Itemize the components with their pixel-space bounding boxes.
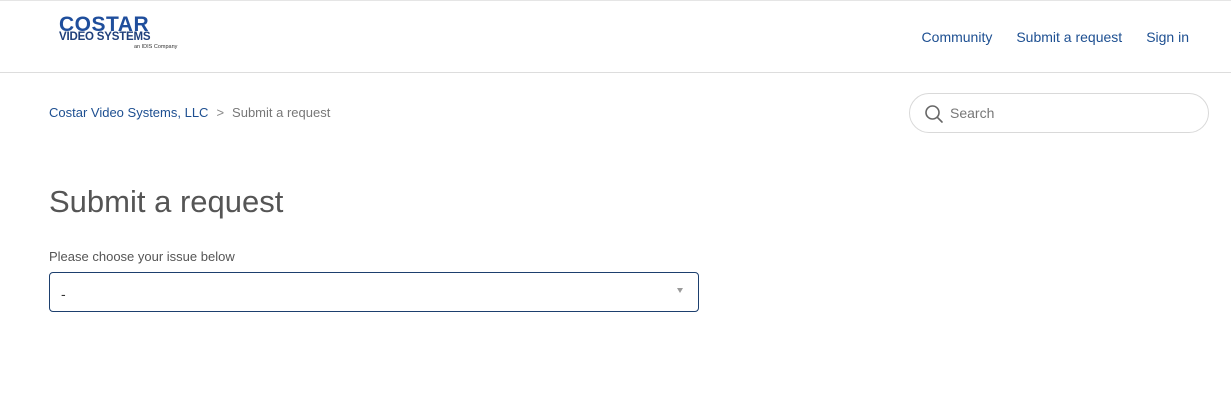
breadcrumb-current: Submit a request xyxy=(232,105,331,120)
user-nav: Community Submit a request Sign in xyxy=(898,28,1189,46)
page: COSTAR VIDEO SYSTEMS an IDIS Company Com… xyxy=(0,0,1231,416)
nav-sign-in-link[interactable]: Sign in xyxy=(1146,28,1189,46)
nav-community-link[interactable]: Community xyxy=(922,28,993,46)
search-input[interactable] xyxy=(950,95,1200,131)
search-icon xyxy=(925,105,943,123)
logo-tagline: an IDIS Company xyxy=(134,44,178,50)
costar-logo[interactable]: COSTAR VIDEO SYSTEMS an IDIS Company xyxy=(58,14,186,55)
issue-select-label: Please choose your issue below xyxy=(49,249,235,264)
site-header: COSTAR VIDEO SYSTEMS an IDIS Company Com… xyxy=(0,0,1231,73)
issue-select-value: - xyxy=(61,286,66,302)
breadcrumb-separator: > xyxy=(216,105,225,120)
breadcrumb-home-link[interactable]: Costar Video Systems, LLC xyxy=(49,105,208,121)
chevron-down-icon xyxy=(677,288,683,293)
nav-submit-request-link[interactable]: Submit a request xyxy=(1016,28,1122,46)
logo-subtitle: VIDEO SYSTEMS xyxy=(59,31,151,43)
search-box[interactable] xyxy=(909,93,1209,133)
page-title: Submit a request xyxy=(49,184,284,219)
issue-select[interactable]: - xyxy=(49,272,699,312)
breadcrumb: Costar Video Systems, LLC > Submit a req… xyxy=(49,105,330,121)
